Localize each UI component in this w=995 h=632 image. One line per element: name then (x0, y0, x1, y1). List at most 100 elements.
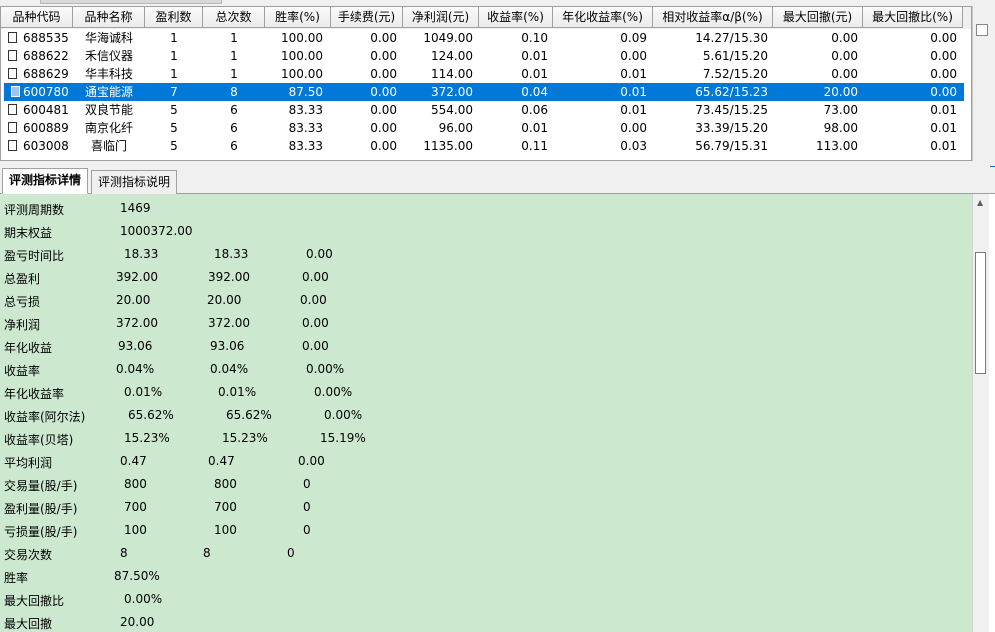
cell-maxddr: 0.00 (930, 31, 957, 45)
cell-wins: 7 (170, 85, 178, 99)
cell-ret: 0.01 (521, 121, 548, 135)
cell-name: 南京化纤 (84, 121, 133, 135)
cell-ret: 0.10 (521, 31, 548, 45)
metric-value-3: 15.19% (320, 431, 366, 445)
cell-code: 688622 (23, 49, 69, 63)
table-row[interactable]: 688535 华海诚科 1 1 100.00 0.00 1049.00 0.10 0.09 14.… (1, 29, 971, 47)
table-row[interactable]: 603008 喜临门 5 6 83.33 0.00 1135.00 0.11 0.03 56.79… (1, 137, 971, 155)
cell-profit: 554.00 (431, 103, 473, 117)
metric-row: 期末权益 1000372.00 (0, 221, 972, 244)
table-row[interactable]: 600889 南京化纤 5 6 83.33 0.00 96.00 0.01 0.00 33.39/… (1, 119, 971, 137)
table-row[interactable]: 600780 通宝能源 7 8 87.50 0.00 372.00 0.04 0.01 65.62… (4, 83, 964, 101)
metric-value-3: 0.00% (306, 362, 345, 376)
metric-label: 最大回撤 (4, 617, 53, 631)
metric-value-1: 700 (124, 500, 147, 514)
cell-ret: 0.01 (521, 49, 548, 63)
cell-name: 喜临门 (90, 139, 127, 153)
metric-row: 胜率 87.50% (0, 566, 972, 589)
metric-row: 亏损量(股/手) 100 100 0 (0, 520, 972, 543)
metric-value-1: 20.00 (116, 293, 151, 307)
col-header-profit[interactable]: 净利润(元) (403, 7, 479, 28)
metric-value-2: 18.33 (214, 247, 249, 261)
column-selector-checkbox[interactable] (976, 24, 988, 36)
metric-row: 收益率(贝塔) 15.23% 15.23% 15.19% (0, 428, 972, 451)
metric-row: 净利润 372.00 372.00 0.00 (0, 313, 972, 336)
tab-metric-details[interactable]: 评测指标详情 (2, 168, 89, 194)
col-header-fee[interactable]: 手续费(元) (331, 7, 403, 28)
metric-label: 收益率(贝塔) (4, 433, 74, 447)
col-header-name[interactable]: 品种名称 (73, 7, 145, 28)
col-header-return[interactable]: 收益率(%) (479, 7, 553, 28)
detail-vertical-scrollbar[interactable]: ▲ (972, 194, 989, 632)
metric-row: 平均利润 0.47 0.47 0.00 (0, 451, 972, 474)
col-header-wins[interactable]: 盈利数 (145, 7, 203, 28)
table-row[interactable]: 688629 华丰科技 1 1 100.00 0.00 114.00 0.01 0.01 7.52… (1, 65, 971, 83)
cell-winrate: 83.33 (288, 121, 323, 135)
cell-ret: 0.11 (521, 139, 548, 153)
cell-code: 600780 (23, 85, 69, 99)
cell-profit: 114.00 (431, 67, 473, 81)
document-icon (8, 68, 17, 79)
cell-wins: 5 (170, 139, 178, 153)
cell-fee: 0.00 (370, 67, 397, 81)
cell-wins: 5 (170, 121, 178, 135)
cell-ret: 0.04 (521, 85, 548, 99)
metric-value-1: 18.33 (124, 247, 159, 261)
cell-wins: 1 (170, 49, 178, 63)
scroll-up-arrow-icon[interactable]: ▲ (977, 198, 983, 207)
cell-total: 8 (230, 85, 238, 99)
metric-label: 评测周期数 (4, 203, 65, 217)
metric-row: 最大回撤比 0.00% (0, 589, 972, 612)
metric-details-panel: 评测周期数 1469 期末权益 1000372.00 盈亏时间比 18.33 18.33 0.… (0, 194, 972, 632)
metric-value-1: 65.62% (128, 408, 174, 422)
table-row[interactable]: 600481 双良节能 5 6 83.33 0.00 554.00 0.06 0.01 73.45… (1, 101, 971, 119)
cell-maxdd: 0.00 (831, 49, 858, 63)
metric-value-3: 0 (303, 477, 311, 491)
metric-value-2: 0.01% (218, 385, 257, 399)
cell-maxdd: 0.00 (831, 67, 858, 81)
document-icon (8, 32, 17, 43)
metric-label: 盈亏时间比 (4, 249, 65, 263)
scroll-thumb[interactable] (975, 252, 986, 374)
metric-label: 年化收益率 (4, 387, 65, 401)
metric-label: 交易量(股/手) (4, 479, 78, 493)
cell-fee: 0.00 (370, 31, 397, 45)
col-header-total[interactable]: 总次数 (203, 7, 265, 28)
cell-maxddr: 0.01 (930, 139, 957, 153)
table-row[interactable]: 688622 禾信仪器 1 1 100.00 0.00 124.00 0.01 0.00 5.61… (1, 47, 971, 65)
metric-value-3: 0.00 (302, 270, 329, 284)
metric-value-1: 15.23% (124, 431, 170, 445)
metric-label: 总亏损 (4, 295, 41, 309)
metric-value-3: 0.00% (324, 408, 363, 422)
metric-value-1: 87.50% (114, 569, 160, 583)
document-icon (8, 122, 17, 133)
metric-label: 交易次数 (4, 548, 53, 562)
cell-ret: 0.06 (521, 103, 548, 117)
document-icon (8, 104, 17, 115)
metric-row: 交易量(股/手) 800 800 0 (0, 474, 972, 497)
col-header-annual[interactable]: 年化收益率(%) (553, 7, 653, 28)
metric-label: 平均利润 (4, 456, 53, 470)
col-header-maxddr[interactable]: 最大回撤比(%) (863, 7, 963, 28)
cell-maxddr: 0.00 (930, 49, 957, 63)
col-header-winrate[interactable]: 胜率(%) (265, 7, 331, 28)
metric-value-3: 0.00 (302, 339, 329, 353)
cell-annual: 0.01 (620, 103, 647, 117)
cell-total: 1 (230, 67, 238, 81)
col-header-code[interactable]: 品种代码 (1, 7, 73, 28)
metric-row: 盈亏时间比 18.33 18.33 0.00 (0, 244, 972, 267)
col-header-alpha-beta[interactable]: 相对收益率α/β(%) (653, 7, 773, 28)
col-header-maxdd[interactable]: 最大回撤(元) (773, 7, 863, 28)
cell-annual: 0.01 (620, 85, 647, 99)
window-edge (989, 194, 995, 632)
cell-wins: 1 (170, 67, 178, 81)
cell-total: 6 (230, 139, 238, 153)
cell-profit: 372.00 (431, 85, 473, 99)
cell-maxdd: 20.00 (823, 85, 858, 99)
results-grid[interactable]: 品种代码 品种名称 盈利数 总次数 胜率(%) 手续费(元) 净利润(元) 收益… (0, 6, 972, 161)
metric-row: 盈利量(股/手) 700 700 0 (0, 497, 972, 520)
metric-value-2: 93.06 (210, 339, 245, 353)
cell-total: 6 (230, 121, 238, 135)
cell-profit: 124.00 (431, 49, 473, 63)
tab-metric-description[interactable]: 评测指标说明 (91, 170, 178, 194)
